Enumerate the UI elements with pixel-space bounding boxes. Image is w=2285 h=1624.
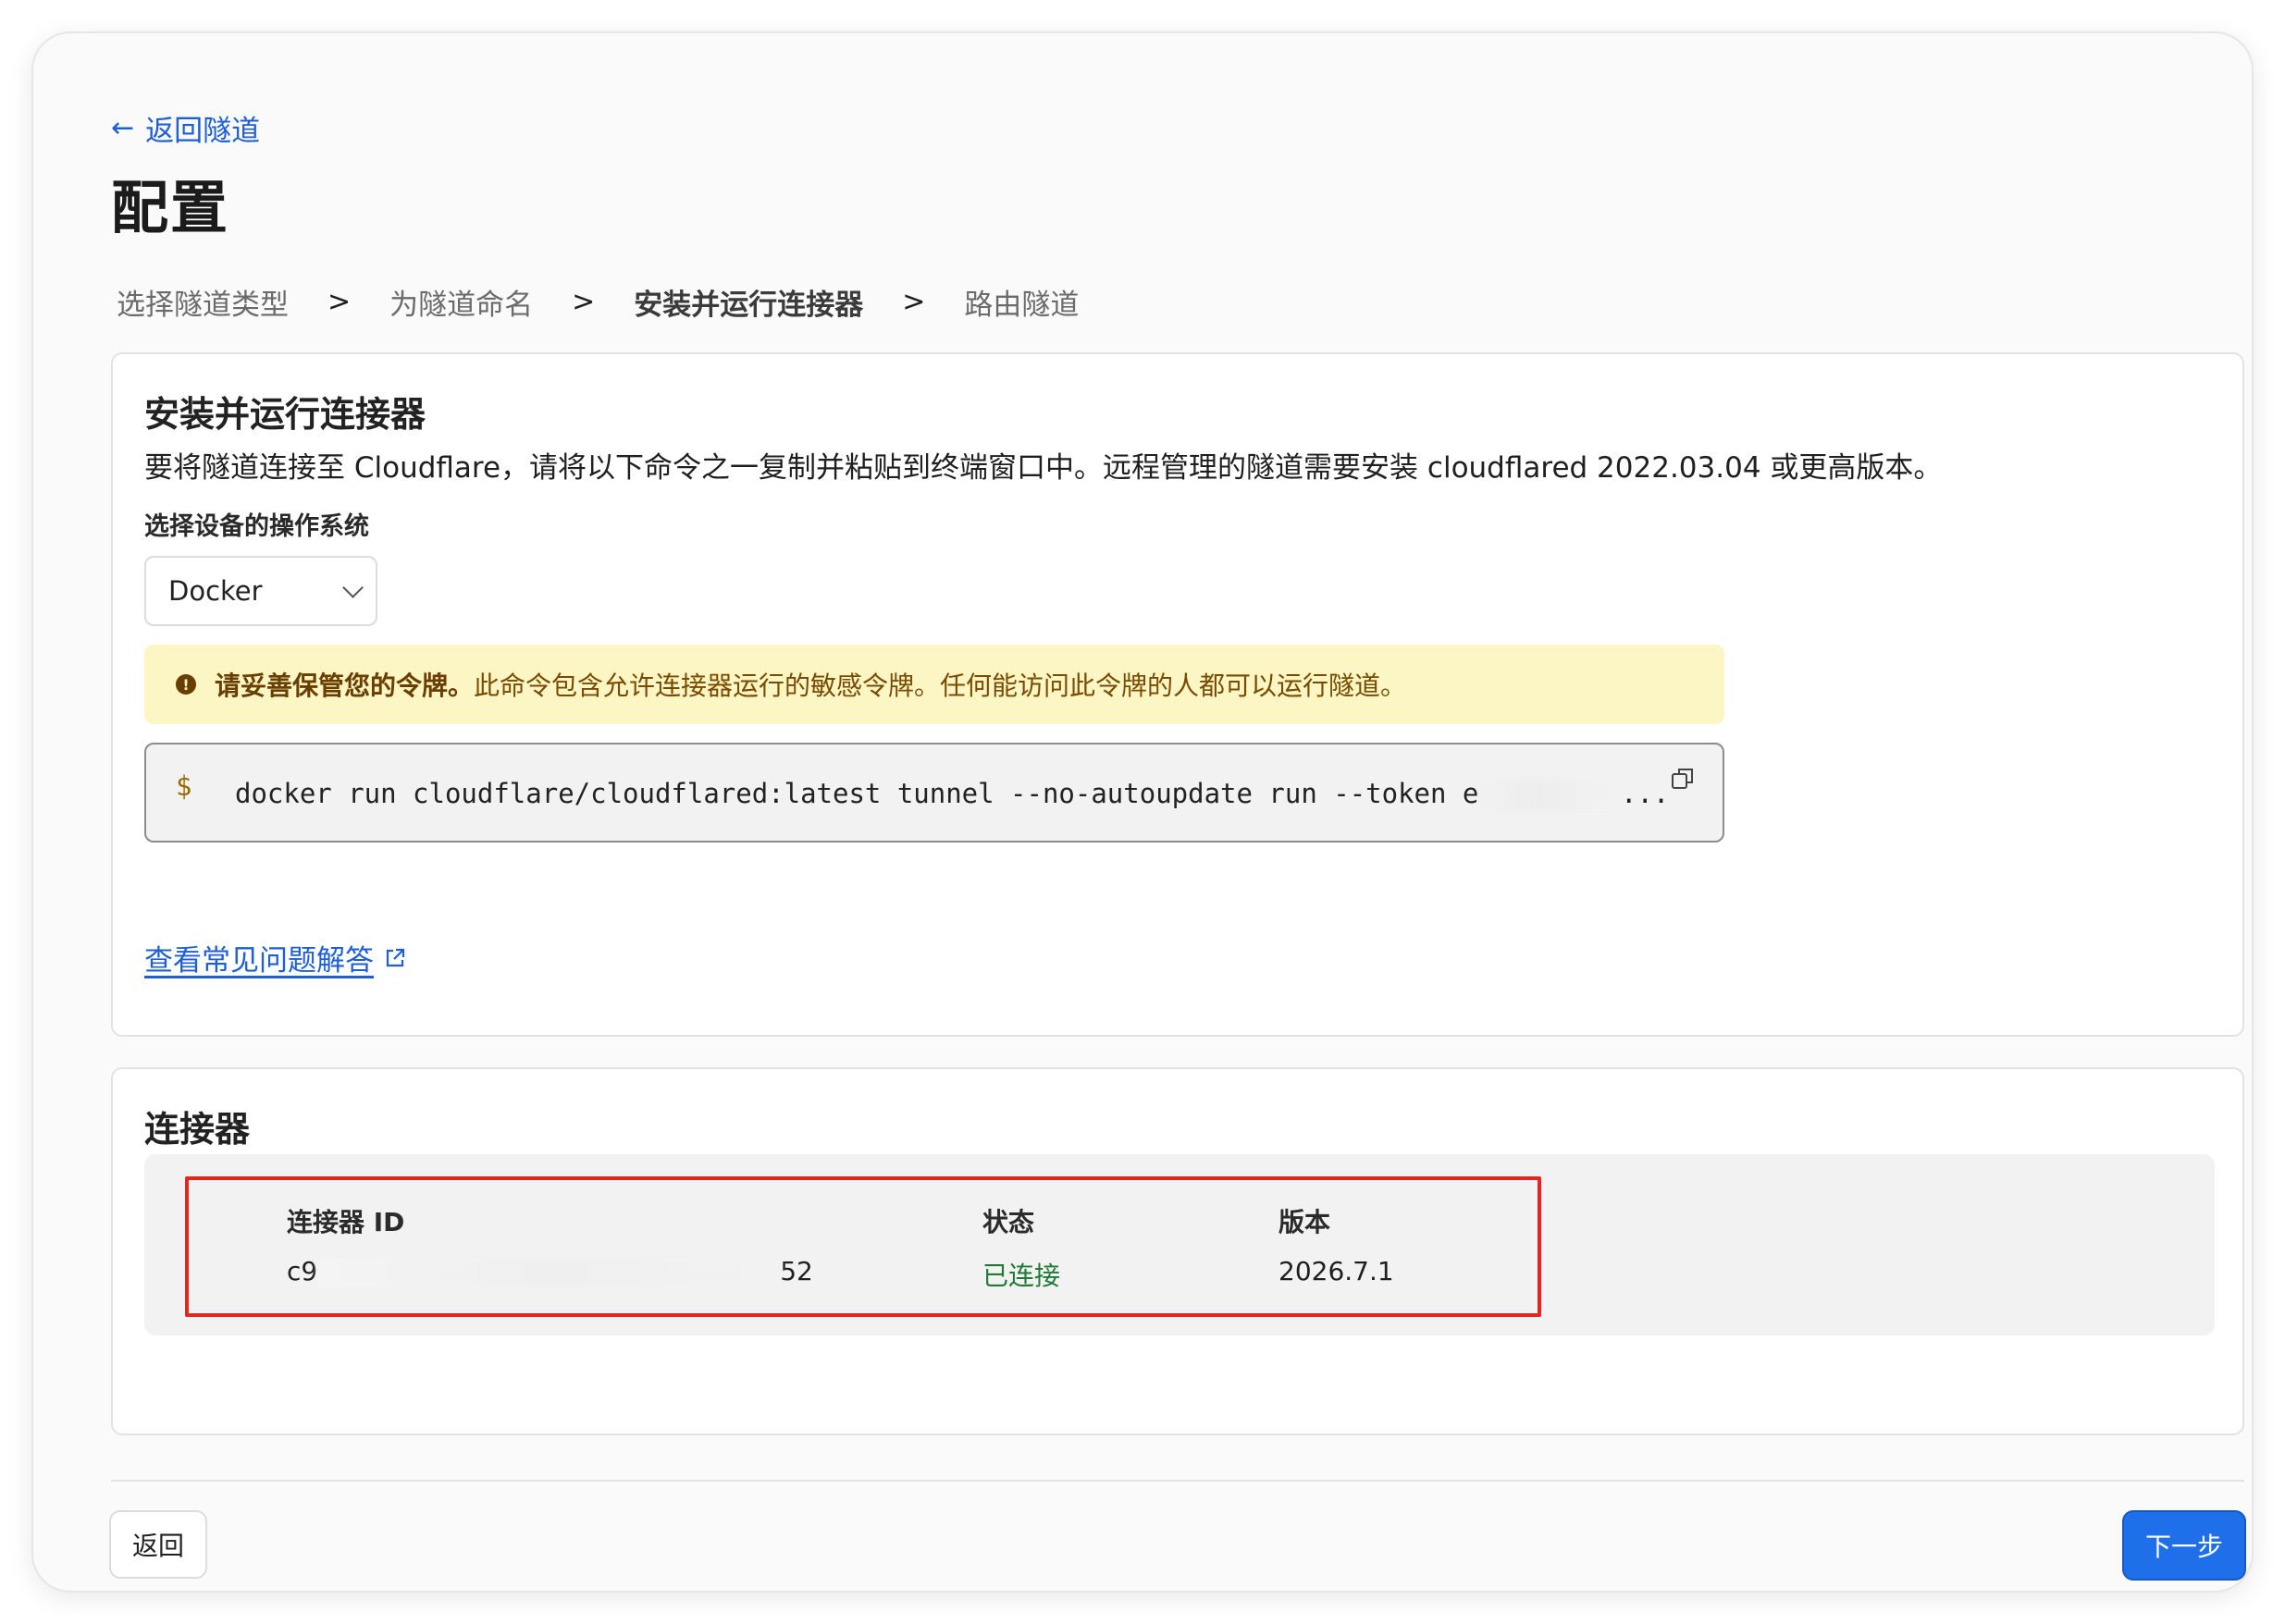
back-to-tunnels-link[interactable]: ← 返回隧道 (111, 107, 260, 149)
token-warning-text: 此命令包含允许连接器运行的敏感令牌。任何能访问此令牌的人都可以运行隧道。 (474, 671, 1407, 701)
column-header-id: 连接器 ID (287, 1207, 405, 1237)
os-select-dropdown[interactable]: Docker (144, 556, 377, 626)
step-install-connector[interactable]: 安装并运行连接器 (634, 281, 863, 323)
docker-command: docker run cloudflare/cloudflared:latest… (235, 778, 1479, 809)
back-to-tunnels-label: 返回隧道 (145, 115, 261, 148)
back-button[interactable]: 返回 (109, 1510, 207, 1579)
warning-icon: ! (176, 674, 196, 695)
docker-command-text[interactable]: docker run cloudflare/cloudflared:latest… (235, 778, 1618, 811)
install-section-title: 安装并运行连接器 (144, 394, 426, 435)
command-codeblock[interactable]: $ docker run cloudflare/cloudflared:late… (144, 743, 1724, 843)
step-select-tunnel-type[interactable]: 选择隧道类型 (117, 281, 289, 323)
token-warning-banner: ! 请妥善保管您的令牌。 此命令包含允许连接器运行的敏感令牌。任何能访问此令牌的… (144, 645, 1724, 724)
redacted-connector-id (317, 1258, 781, 1287)
footer-divider (111, 1480, 2244, 1482)
external-link-icon (386, 948, 405, 966)
token-warning-title: 请妥善保管您的令牌。 (215, 671, 475, 701)
step-route-tunnel[interactable]: 路由隧道 (964, 281, 1079, 323)
app-window: ← 返回隧道 配置 选择隧道类型 > 为隧道命名 > 安装并运行连接器 > 路由… (33, 33, 2252, 1591)
install-connector-card: 安装并运行连接器 要将隧道连接至 Cloudflare，请将以下命令之一复制并粘… (111, 352, 2244, 1037)
next-button[interactable]: 下一步 (2122, 1510, 2246, 1581)
command-ellipsis: ... (1621, 778, 1670, 809)
connector-id-cell: c9 52 (287, 1256, 813, 1287)
connectors-section-title: 连接器 (144, 1109, 251, 1150)
os-select-label: 选择设备的操作系统 (144, 512, 369, 541)
column-header-version: 版本 (1278, 1207, 1331, 1237)
step-name-tunnel[interactable]: 为隧道命名 (389, 281, 533, 323)
install-description: 要将隧道连接至 Cloudflare，请将以下命令之一复制并粘贴到终端窗口中。远… (144, 451, 1943, 485)
connectors-card: 连接器 连接器 ID 状态 版本 c9 52 已连接 2026.7.1 (111, 1067, 2244, 1435)
arrow-left-icon: ← (111, 111, 135, 144)
step-separator: > (327, 286, 352, 318)
step-separator: > (902, 286, 926, 318)
column-header-status: 状态 (982, 1207, 1035, 1237)
copy-icon[interactable] (1671, 767, 1695, 791)
redacted-token (1478, 780, 1618, 811)
chevron-down-icon (342, 577, 364, 598)
faq-link[interactable]: 查看常见问题解答 (144, 937, 407, 978)
connector-version-cell: 2026.7.1 (1278, 1256, 1394, 1286)
page-title: 配置 (111, 174, 230, 241)
connector-id-start: c9 (287, 1256, 318, 1286)
faq-link-label: 查看常见问题解答 (144, 944, 374, 978)
os-selected-value: Docker (168, 575, 263, 607)
connector-status-cell: 已连接 (982, 1261, 1061, 1291)
connector-id-end: 52 (780, 1256, 813, 1286)
wizard-stepper: 选择隧道类型 > 为隧道命名 > 安装并运行连接器 > 路由隧道 (117, 281, 1079, 323)
connectors-table: 连接器 ID 状态 版本 c9 52 已连接 2026.7.1 (144, 1154, 2215, 1335)
highlight-annotation-box (185, 1176, 1541, 1317)
step-separator: > (572, 286, 596, 318)
shell-prompt: $ (176, 770, 192, 802)
